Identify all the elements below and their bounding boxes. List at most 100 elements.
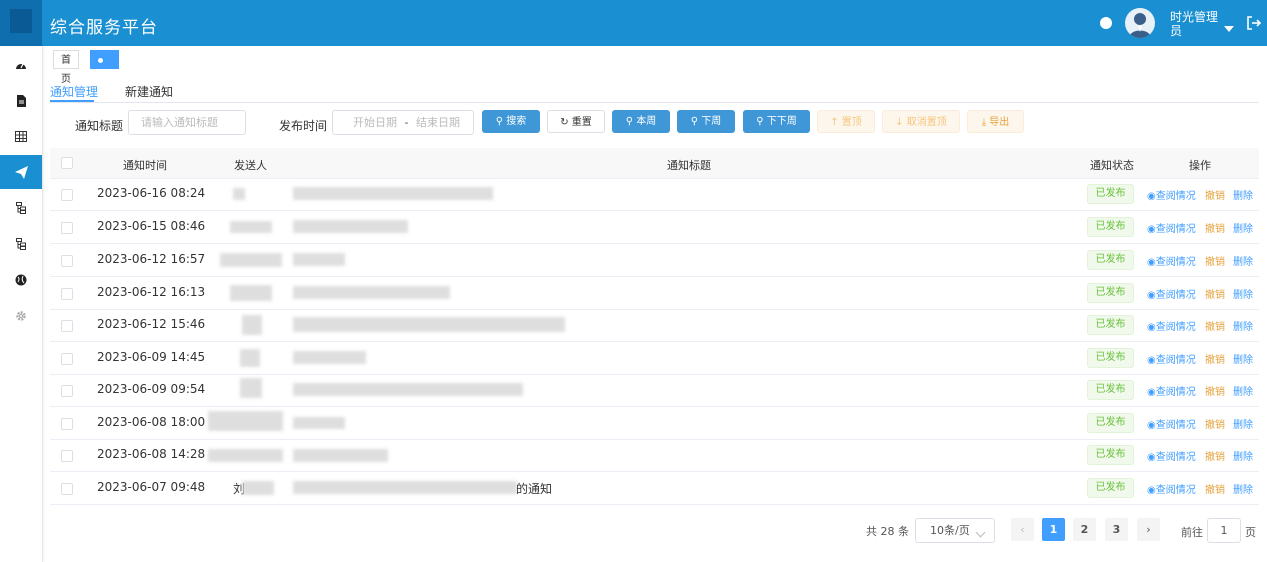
row-checkbox[interactable] (61, 222, 73, 234)
tab-new-notice[interactable]: 新建通知 (125, 83, 173, 100)
view-status-link[interactable]: ◉查阅情况 (1147, 220, 1196, 235)
table-row[interactable]: 2023-06-09 09:54 已发布 ◉查阅情况 撤销 删除 (50, 374, 1259, 407)
tree-icon (16, 202, 26, 214)
table-row[interactable]: 2023-06-08 18:00 已发布 ◉查阅情况 撤销 删除 (50, 407, 1259, 440)
title-redacted (293, 317, 565, 332)
sidebar-item-send[interactable] (0, 155, 42, 189)
sidebar-item-document[interactable] (0, 84, 42, 118)
reset-button[interactable]: ↻ 重置 (547, 110, 605, 133)
revoke-link[interactable]: 撤销 (1205, 383, 1225, 398)
revoke-link[interactable]: 撤销 (1205, 286, 1225, 301)
table-row[interactable]: 2023-06-08 14:28 已发布 ◉查阅情况 撤销 删除 (50, 439, 1259, 472)
view-status-link[interactable]: ◉查阅情况 (1147, 187, 1196, 202)
table-row[interactable]: 2023-06-16 08:24 已发布 ◉查阅情况 撤销 删除 (50, 178, 1259, 211)
status-badge: 已发布 (1087, 283, 1134, 303)
page-button-2[interactable]: 2 (1073, 518, 1096, 541)
select-all-checkbox[interactable] (61, 157, 73, 169)
view-status-link[interactable]: ◉查阅情况 (1147, 383, 1196, 398)
sidebar-item-dashboard[interactable] (0, 49, 42, 83)
sidebar-item-tree-2[interactable] (0, 227, 42, 261)
week-after-next-button[interactable]: ⚲ 下下周 (743, 110, 810, 133)
revoke-link[interactable]: 撤销 (1205, 481, 1225, 496)
delete-link[interactable]: 删除 (1233, 383, 1253, 398)
view-status-link[interactable]: ◉查阅情况 (1147, 318, 1196, 333)
view-status-link[interactable]: ◉查阅情况 (1147, 448, 1196, 463)
delete-link[interactable]: 删除 (1233, 351, 1253, 366)
delete-link[interactable]: 删除 (1233, 416, 1253, 431)
sidebar-item-globe[interactable] (0, 263, 42, 297)
tab-notice-send[interactable]: 通知发送× (90, 50, 119, 161)
user-name[interactable]: 时光管理员 (1170, 10, 1222, 38)
sidebar-item-grid[interactable] (0, 119, 42, 153)
avatar[interactable] (1125, 8, 1155, 38)
title-redacted (293, 417, 345, 429)
row-checkbox[interactable] (61, 450, 73, 462)
table-row[interactable]: 2023-06-07 09:48 刘 的通知 已发布 ◉查阅情况 撤销 删除 (50, 472, 1259, 505)
delete-link[interactable]: 删除 (1233, 318, 1253, 333)
delete-link[interactable]: 删除 (1233, 253, 1253, 268)
page-button-1[interactable]: 1 (1042, 518, 1065, 541)
unpin-button[interactable]: ↓ 取消置顶 (882, 110, 960, 133)
row-checkbox[interactable] (61, 353, 73, 365)
next-page-button[interactable]: › (1137, 518, 1160, 541)
pin-button[interactable]: ↑ 置顶 (817, 110, 875, 133)
delete-link[interactable]: 删除 (1233, 220, 1253, 235)
status-badge: 已发布 (1087, 445, 1134, 465)
row-checkbox[interactable] (61, 189, 73, 201)
delete-link[interactable]: 删除 (1233, 286, 1253, 301)
chevron-down-icon[interactable] (1224, 26, 1234, 32)
tab-home[interactable]: 首页 (53, 50, 79, 85)
row-checkbox[interactable] (61, 320, 73, 332)
title-redacted (293, 187, 493, 200)
view-status-link[interactable]: ◉查阅情况 (1147, 286, 1196, 301)
column-header-time: 通知时间 (123, 159, 167, 172)
revoke-link[interactable]: 撤销 (1205, 448, 1225, 463)
delete-link[interactable]: 删除 (1233, 481, 1253, 496)
revoke-link[interactable]: 撤销 (1205, 187, 1225, 202)
view-status-link[interactable]: ◉查阅情况 (1147, 481, 1196, 496)
revoke-link[interactable]: 撤销 (1205, 416, 1225, 431)
sender-redacted (230, 221, 272, 233)
table-row[interactable]: 2023-06-12 16:57 已发布 ◉查阅情况 撤销 删除 (50, 244, 1259, 277)
next-week-button[interactable]: ⚲ 下周 (677, 110, 735, 133)
table-row[interactable]: 2023-06-12 16:13 已发布 ◉查阅情况 撤销 删除 (50, 277, 1259, 310)
revoke-link[interactable]: 撤销 (1205, 220, 1225, 235)
table-row[interactable]: 2023-06-12 15:46 已发布 ◉查阅情况 撤销 删除 (50, 309, 1259, 342)
date-range-input[interactable]: 开始日期 - 结束日期 (332, 110, 474, 135)
row-checkbox[interactable] (61, 483, 73, 495)
goto-page-input[interactable]: 1 (1207, 518, 1241, 543)
revoke-link[interactable]: 撤销 (1205, 351, 1225, 366)
view-status-link[interactable]: ◉查阅情况 (1147, 416, 1196, 431)
view-status-link[interactable]: ◉查阅情况 (1147, 253, 1196, 268)
view-status-link[interactable]: ◉查阅情况 (1147, 351, 1196, 366)
sender-redacted (208, 411, 283, 431)
delete-link[interactable]: 删除 (1233, 187, 1253, 202)
table-row[interactable]: 2023-06-15 08:46 已发布 ◉查阅情况 撤销 删除 (50, 211, 1259, 244)
search-button[interactable]: ⚲ 搜索 (482, 110, 540, 133)
sidebar-item-settings[interactable] (0, 299, 42, 333)
status-badge: 已发布 (1087, 478, 1134, 498)
row-checkbox[interactable] (61, 255, 73, 267)
send-icon (14, 165, 28, 179)
revoke-link[interactable]: 撤销 (1205, 318, 1225, 333)
table-row[interactable]: 2023-06-09 14:45 已发布 ◉查阅情况 撤销 删除 (50, 342, 1259, 375)
this-week-button[interactable]: ⚲ 本周 (612, 110, 670, 133)
revoke-link[interactable]: 撤销 (1205, 253, 1225, 268)
title-search-input[interactable]: 请输入通知标题 (128, 110, 246, 135)
prev-page-button[interactable]: ‹ (1011, 518, 1034, 541)
status-badge: 已发布 (1087, 315, 1134, 335)
page-button-3[interactable]: 3 (1105, 518, 1128, 541)
row-checkbox[interactable] (61, 288, 73, 300)
notice-title-tail: 的通知 (516, 482, 553, 496)
sender-redacted (242, 481, 274, 495)
row-checkbox[interactable] (61, 418, 73, 430)
eye-icon: ◉ (1147, 322, 1156, 333)
search-icon: ⚲ (690, 116, 699, 127)
row-checkbox[interactable] (61, 385, 73, 397)
tab-notice-manage[interactable]: 通知管理 (50, 83, 98, 100)
logout-icon[interactable] (1246, 15, 1262, 31)
delete-link[interactable]: 删除 (1233, 448, 1253, 463)
sidebar-item-tree-1[interactable] (0, 191, 42, 225)
notice-time: 2023-06-12 16:57 (97, 252, 206, 266)
export-button[interactable]: ⤓ 导出 (967, 110, 1024, 133)
